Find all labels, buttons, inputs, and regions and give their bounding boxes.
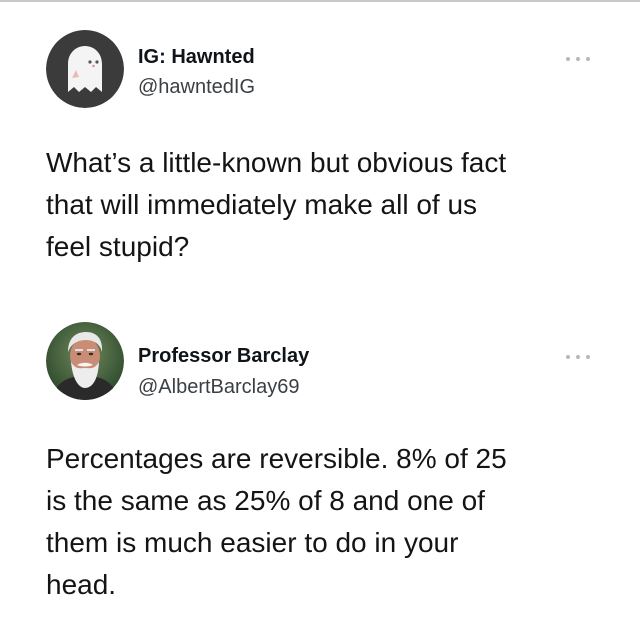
tweet-text: What’s a little-known but obvious fact t… (46, 147, 507, 262)
author-name[interactable]: Professor Barclay (138, 345, 309, 368)
author-name[interactable]: IG: Hawnted (138, 46, 255, 69)
more-options-icon[interactable] (566, 56, 590, 62)
tweet-text: Percentages are reversible. 8% of 25 is … (46, 443, 507, 600)
more-options-icon[interactable] (566, 354, 590, 360)
ghost-icon (46, 30, 124, 108)
avatar[interactable] (46, 322, 124, 400)
top-divider (0, 0, 640, 2)
author-handle[interactable]: @AlbertBarclay69 (138, 376, 299, 399)
avatar[interactable] (46, 30, 124, 108)
profile-photo-icon (46, 322, 124, 400)
author-handle[interactable]: @hawntedIG (138, 76, 255, 99)
